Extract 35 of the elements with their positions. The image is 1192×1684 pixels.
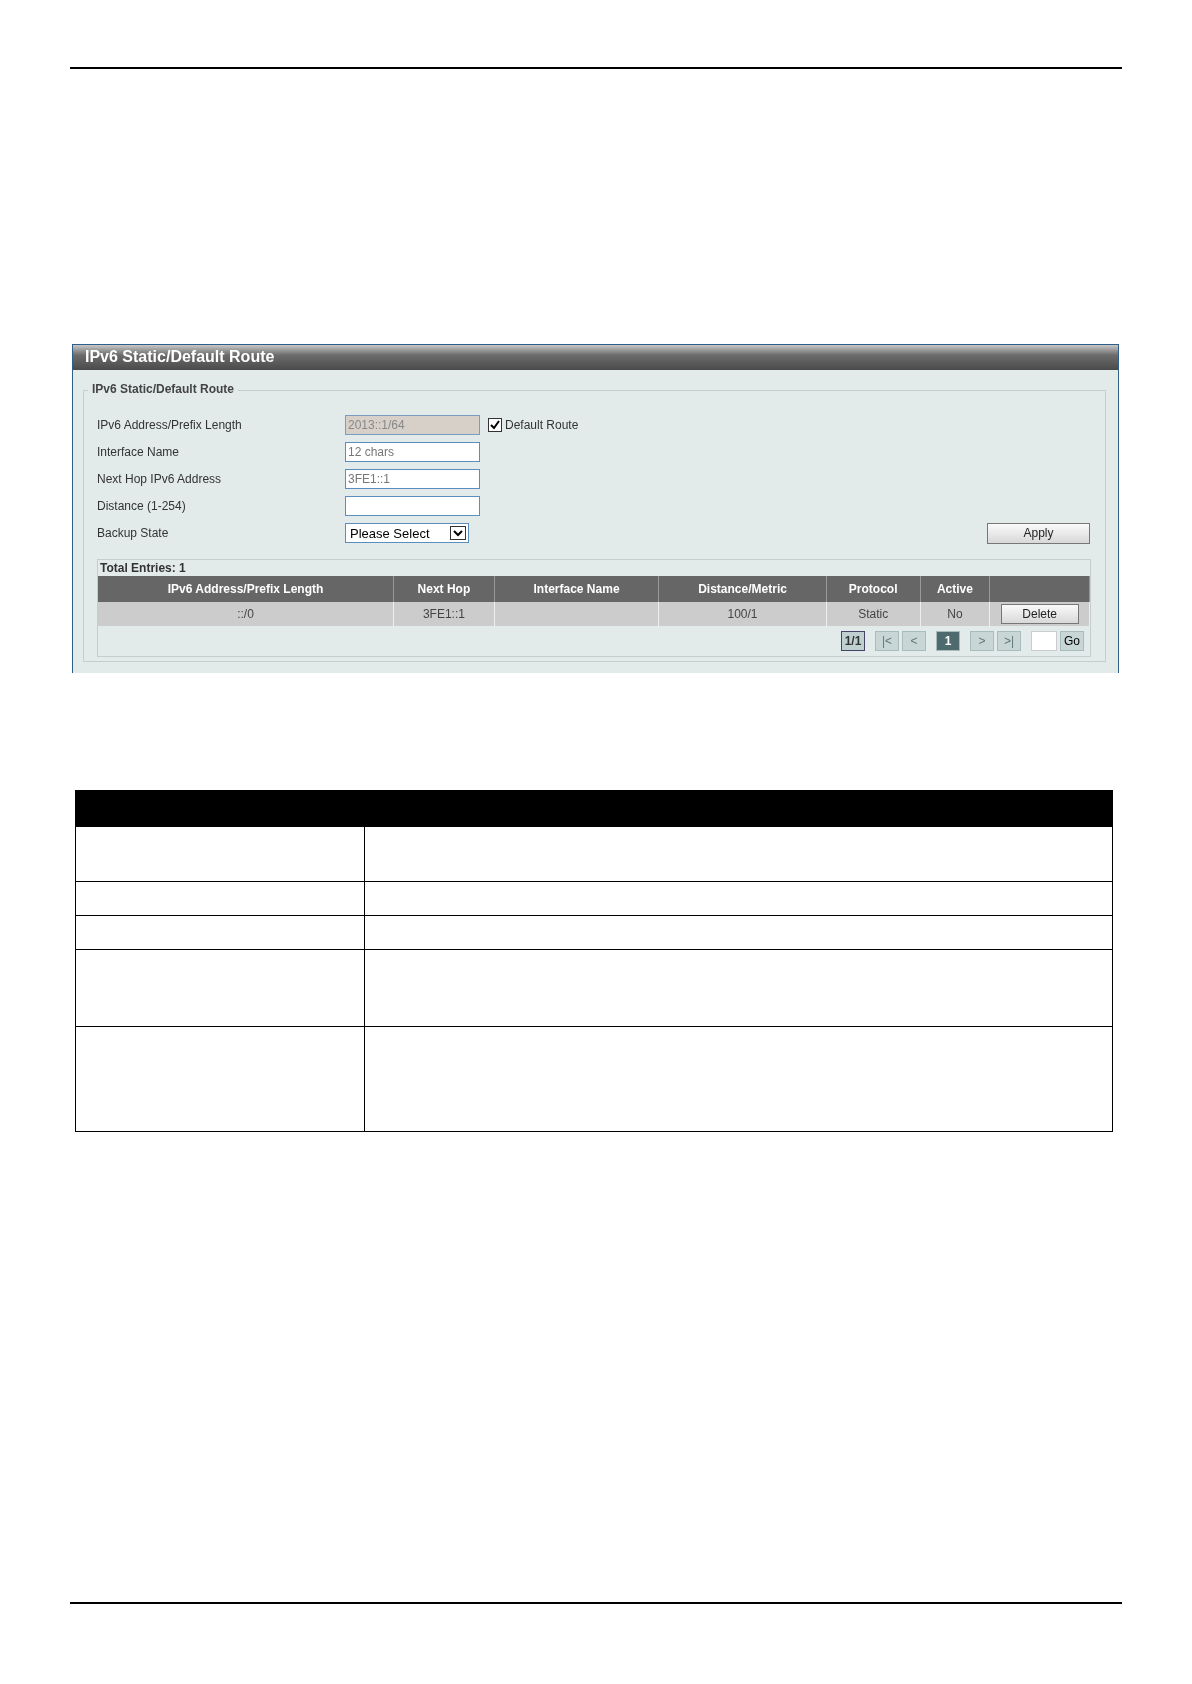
column-header: Distance/Metric xyxy=(659,576,827,602)
previous-page-button[interactable]: < xyxy=(902,631,926,651)
field-label: Backup State xyxy=(97,526,170,540)
column-header: Interface Name xyxy=(494,576,660,602)
checkbox-label: Default Route xyxy=(505,418,579,432)
input-field[interactable] xyxy=(345,496,480,516)
input-field[interactable]: 3FE1::1 xyxy=(345,469,480,489)
column-header: Active xyxy=(920,576,991,602)
go-button[interactable]: Go xyxy=(1060,631,1084,651)
chevron-down-icon xyxy=(450,526,466,540)
column-header: Next Hop xyxy=(394,576,495,602)
last-page-button[interactable]: >| xyxy=(997,631,1021,651)
table-cell: No xyxy=(920,602,991,626)
field-label: Distance (1-254) xyxy=(97,499,187,513)
field-label: IPv6 Address/Prefix Length xyxy=(97,418,243,432)
table-cell: 100/1 xyxy=(659,602,827,626)
fieldset-legend: IPv6 Static/Default Route xyxy=(88,382,239,396)
next-page-button[interactable]: > xyxy=(970,631,994,651)
dropdown[interactable]: Please Select xyxy=(345,523,469,543)
apply-button[interactable]: Apply xyxy=(987,522,1090,544)
column-header: IPv6 Address/Prefix Length xyxy=(98,576,395,602)
column-header: Protocol xyxy=(826,576,921,602)
table-cell: Static xyxy=(826,602,921,626)
total-entries: Total Entries: 1 xyxy=(99,560,187,576)
page-button[interactable]: 1 xyxy=(936,631,960,651)
table-cell: ::/0 xyxy=(98,602,395,626)
table-cell: 3FE1::1 xyxy=(394,602,495,626)
field-label: Interface Name xyxy=(97,445,181,459)
field-label: Next Hop IPv6 Address xyxy=(97,472,223,486)
page-count: 1/1 xyxy=(841,631,865,651)
first-page-button[interactable]: |< xyxy=(875,631,899,651)
delete-button[interactable]: Delete xyxy=(1000,604,1079,624)
panel-title: IPv6 Static/Default Route xyxy=(73,344,1118,370)
page-input[interactable] xyxy=(1031,631,1057,651)
input-field[interactable]: 12 chars xyxy=(345,442,480,462)
